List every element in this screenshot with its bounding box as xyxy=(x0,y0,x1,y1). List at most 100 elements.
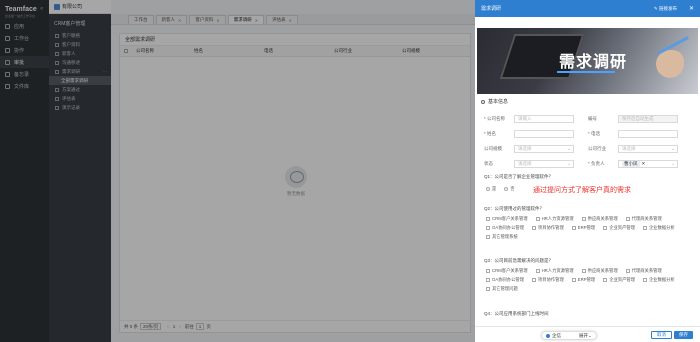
checkbox-option[interactable]: HR人力资源管理 xyxy=(535,266,574,275)
checkbox-option[interactable]: OA协同办公管理 xyxy=(486,223,524,232)
checkbox-option[interactable]: 供应商关系管理 xyxy=(581,266,618,275)
share-label: 链接发布 xyxy=(658,5,677,11)
field-company-name: * 公司名称 请输入 xyxy=(484,115,574,123)
option-label: ERP管理 xyxy=(577,276,596,282)
checkbox-option[interactable]: 代理商关系管理 xyxy=(625,266,662,275)
checkbox-icon xyxy=(643,277,647,282)
placeholder: 请选择 xyxy=(622,146,636,151)
field-status: 状态 请选择 ⌄ xyxy=(484,160,574,168)
field-number: 编号 保存后自动生成 xyxy=(588,115,678,123)
checkbox-option[interactable]: 企业资产管理 xyxy=(603,223,635,232)
chevron-down-icon: ⌄ xyxy=(567,161,571,166)
option-label: 代理商关系管理 xyxy=(631,215,662,221)
number-input: 保存后自动生成 xyxy=(618,115,678,123)
checkbox-icon xyxy=(486,225,490,230)
chat-icon xyxy=(546,333,550,338)
option-label: 企业资产管理 xyxy=(609,276,635,282)
status-select[interactable]: 请选择 ⌄ xyxy=(514,160,574,168)
checkbox-icon xyxy=(571,225,576,230)
cancel-button[interactable]: 取消 xyxy=(651,331,672,339)
checkbox-icon xyxy=(535,216,540,221)
checkbox-icon xyxy=(603,225,608,230)
option-label: 是 xyxy=(492,185,497,191)
drawer-header: 需求调研 ✎ 链接发布 ✕ xyxy=(475,0,700,17)
option-label: 项目协作管理 xyxy=(538,276,564,282)
checkbox-option[interactable]: 其它管理问题 xyxy=(486,284,518,293)
option-label: 项目协作管理 xyxy=(538,224,564,230)
option-label: OA协同办公管理 xyxy=(492,276,524,282)
field-label: 公司规模 xyxy=(484,146,502,151)
industry-select[interactable]: 请选择 ⌄ xyxy=(618,145,678,153)
phone-input[interactable] xyxy=(618,130,678,138)
checkbox-icon xyxy=(535,268,540,273)
section-basic-info[interactable]: 基本信息 xyxy=(475,97,700,106)
checkbox-icon xyxy=(532,225,536,230)
checkbox-option[interactable]: 企业资产管理 xyxy=(603,275,635,284)
checkbox-option[interactable]: 企业数据分析 xyxy=(643,223,675,232)
scale-select[interactable]: 请选择 ⌄ xyxy=(514,145,574,153)
checkbox-option[interactable]: 供应商关系管理 xyxy=(581,214,618,223)
checkbox-option[interactable]: 代理商关系管理 xyxy=(625,214,662,223)
chevron-down-icon: ⌄ xyxy=(567,146,571,151)
banner-underline xyxy=(557,71,615,73)
collapse-icon xyxy=(481,99,485,104)
option-label: CRM客户关系管理 xyxy=(492,267,528,273)
share-link-button[interactable]: ✎ 链接发布 xyxy=(654,6,677,12)
checkbox-icon xyxy=(486,277,490,282)
checkbox-option[interactable]: ERP管理 xyxy=(571,223,595,232)
checkbox-icon xyxy=(486,286,490,291)
chat-label: 企信 xyxy=(552,332,561,338)
radio-icon xyxy=(486,186,490,191)
checkbox-option[interactable]: 企业数据分析 xyxy=(643,275,675,284)
question-2: Q2：公司使用过的管理软件？ xyxy=(484,206,545,211)
radio-option[interactable]: 否 xyxy=(504,184,515,193)
owner-tag: 曹小凤 xyxy=(622,161,640,167)
checkbox-option[interactable]: CRM客户关系管理 xyxy=(486,266,528,275)
option-label: HR人力资源管理 xyxy=(541,267,574,273)
field-owner: * 负责人 曹小凤 ✕ ⌄ xyxy=(588,160,678,168)
survey-form-drawer: 需求调研 ✎ 链接发布 ✕ 需求调研 基本信息 * 公司名称 请输入 编号 保存… xyxy=(475,0,700,342)
option-label: HR人力资源管理 xyxy=(541,215,574,221)
question-3: Q3：公司目前急需解决的问题是？ xyxy=(484,258,554,263)
checkbox-option[interactable]: HR人力资源管理 xyxy=(535,214,574,223)
close-icon[interactable]: ✕ xyxy=(689,5,694,12)
checkbox-option[interactable]: 项目协作管理 xyxy=(532,223,564,232)
name-input[interactable] xyxy=(514,130,574,138)
chat-bubble[interactable]: 企信 展开 ⌄ xyxy=(541,331,597,340)
save-button[interactable]: 保存 xyxy=(674,331,693,339)
question-2-options: CRM客户关系管理 HR人力资源管理 供应商关系管理 代理商关系管理 OA协同办… xyxy=(486,214,691,241)
option-label: CRM客户关系管理 xyxy=(492,215,528,221)
annotation-text: 通过提问方式了解客户真的需求 xyxy=(533,187,631,194)
placeholder: 请输入 xyxy=(518,116,532,121)
checkbox-icon xyxy=(625,268,630,273)
owner-select[interactable]: 曹小凤 ✕ ⌄ xyxy=(618,160,678,168)
checkbox-option[interactable]: CRM客户关系管理 xyxy=(486,214,528,223)
checkbox-option[interactable]: OA协同办公管理 xyxy=(486,275,524,284)
checkbox-option[interactable]: 其它管理系统 xyxy=(486,232,518,241)
option-label: 企业数据分析 xyxy=(649,224,675,230)
checkbox-icon xyxy=(603,277,608,282)
field-phone: * 电话 xyxy=(588,130,678,138)
option-label: 企业数据分析 xyxy=(649,276,675,282)
radio-option[interactable]: 是 xyxy=(486,184,496,193)
modal-overlay[interactable] xyxy=(0,0,475,342)
checkbox-option[interactable]: 项目协作管理 xyxy=(532,275,564,284)
option-label: 供应商关系管理 xyxy=(587,215,618,221)
checkbox-icon xyxy=(486,216,490,221)
option-label: 否 xyxy=(510,185,515,191)
option-label: 其它管理问题 xyxy=(492,285,518,291)
checkbox-icon xyxy=(486,234,490,239)
option-label: 供应商关系管理 xyxy=(587,267,618,273)
remove-tag-icon[interactable]: ✕ xyxy=(642,161,646,167)
checkbox-option[interactable]: ERP管理 xyxy=(571,275,596,284)
placeholder: 保存后自动生成 xyxy=(622,116,654,121)
field-label: * 姓名 xyxy=(484,131,497,136)
checkbox-icon xyxy=(532,277,536,282)
chevron-down-icon: ⌄ xyxy=(671,146,675,151)
checkbox-icon xyxy=(581,216,586,221)
question-1: Q1：公司是否了解企业管理软件？ xyxy=(484,174,554,179)
expand-label: 展开 xyxy=(579,332,588,338)
company-name-input[interactable]: 请输入 xyxy=(514,115,574,123)
radio-icon xyxy=(504,186,509,191)
field-label: 状态 xyxy=(484,161,493,166)
